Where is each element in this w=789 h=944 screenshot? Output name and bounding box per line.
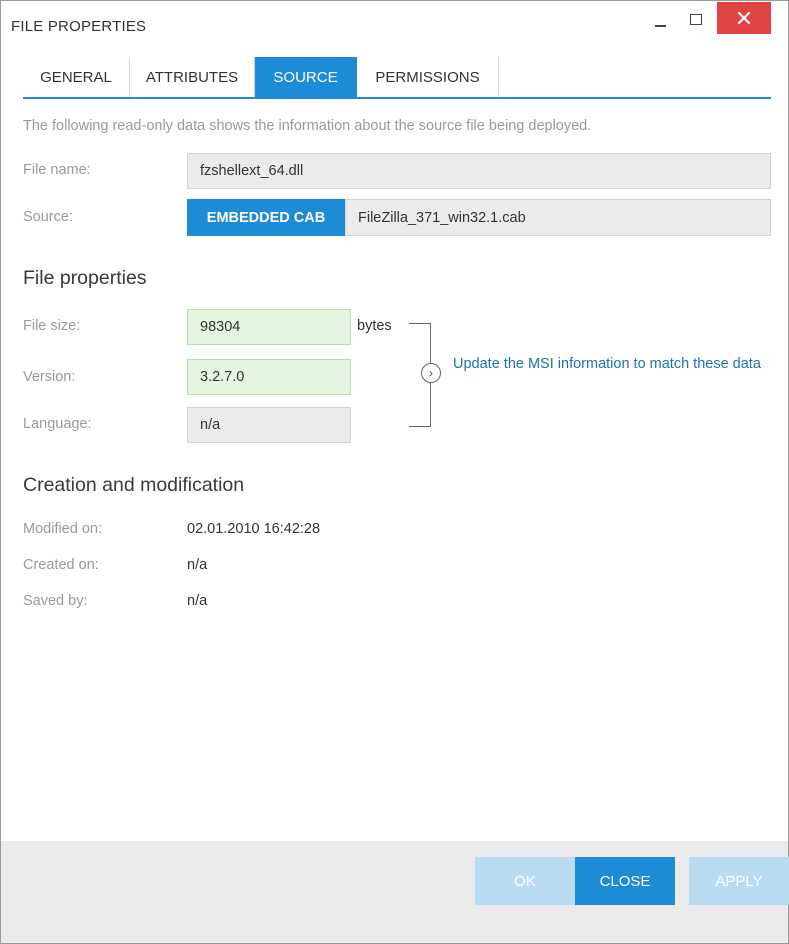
file-name-label: File name: xyxy=(23,162,91,178)
created-value: n/a xyxy=(187,557,208,573)
close-icon xyxy=(737,11,751,25)
version-label: Version: xyxy=(23,369,76,385)
source-type-badge: EMBEDDED CAB xyxy=(187,199,345,236)
tab-permissions[interactable]: PERMISSIONS xyxy=(357,57,499,97)
version-field[interactable]: 3.2.7.0 xyxy=(187,359,351,395)
source-description: The following read-only data shows the i… xyxy=(23,118,592,134)
saved-by-value: n/a xyxy=(187,593,208,609)
source-label: Source: xyxy=(23,209,73,225)
modified-value: 02.01.2010 16:42:28 xyxy=(187,521,321,537)
creation-heading: Creation and modification xyxy=(23,474,245,496)
tab-general[interactable]: GENERAL xyxy=(23,57,130,97)
maximize-button[interactable] xyxy=(679,1,713,37)
title-bar: FILE PROPERTIES xyxy=(1,1,788,51)
saved-by-label: Saved by: xyxy=(23,593,88,609)
close-window-button[interactable] xyxy=(717,2,771,34)
file-size-field[interactable]: 98304 xyxy=(187,309,351,345)
apply-button[interactable]: APPLY xyxy=(689,857,789,905)
ok-button[interactable]: OK xyxy=(475,857,575,905)
tab-attributes[interactable]: ATTRIBUTES xyxy=(130,57,255,97)
maximize-icon xyxy=(690,13,702,25)
close-button[interactable]: CLOSE xyxy=(575,857,675,905)
minimize-icon xyxy=(654,25,666,27)
chevron-right-circle-icon[interactable]: › xyxy=(421,363,441,383)
minimize-button[interactable] xyxy=(643,1,677,37)
update-msi-link[interactable]: Update the MSI information to match thes… xyxy=(453,354,763,374)
window-title: FILE PROPERTIES xyxy=(11,18,147,35)
language-label: Language: xyxy=(23,416,92,432)
tab-source[interactable]: SOURCE xyxy=(255,57,357,97)
file-properties-window: FILE PROPERTIES GENERAL ATTRIBUTES SOURC… xyxy=(0,0,789,944)
created-label: Created on: xyxy=(23,557,99,573)
tab-bar: GENERAL ATTRIBUTES SOURCE PERMISSIONS xyxy=(23,57,771,99)
file-size-unit: bytes xyxy=(357,318,392,334)
file-name-field[interactable]: fzshellext_64.dll xyxy=(187,153,771,189)
language-field[interactable]: n/a xyxy=(187,407,351,443)
modified-label: Modified on: xyxy=(23,521,102,537)
file-properties-heading: File properties xyxy=(23,267,147,289)
file-size-label: File size: xyxy=(23,318,81,334)
source-field[interactable]: FileZilla_371_win32.1.cab xyxy=(345,199,771,236)
